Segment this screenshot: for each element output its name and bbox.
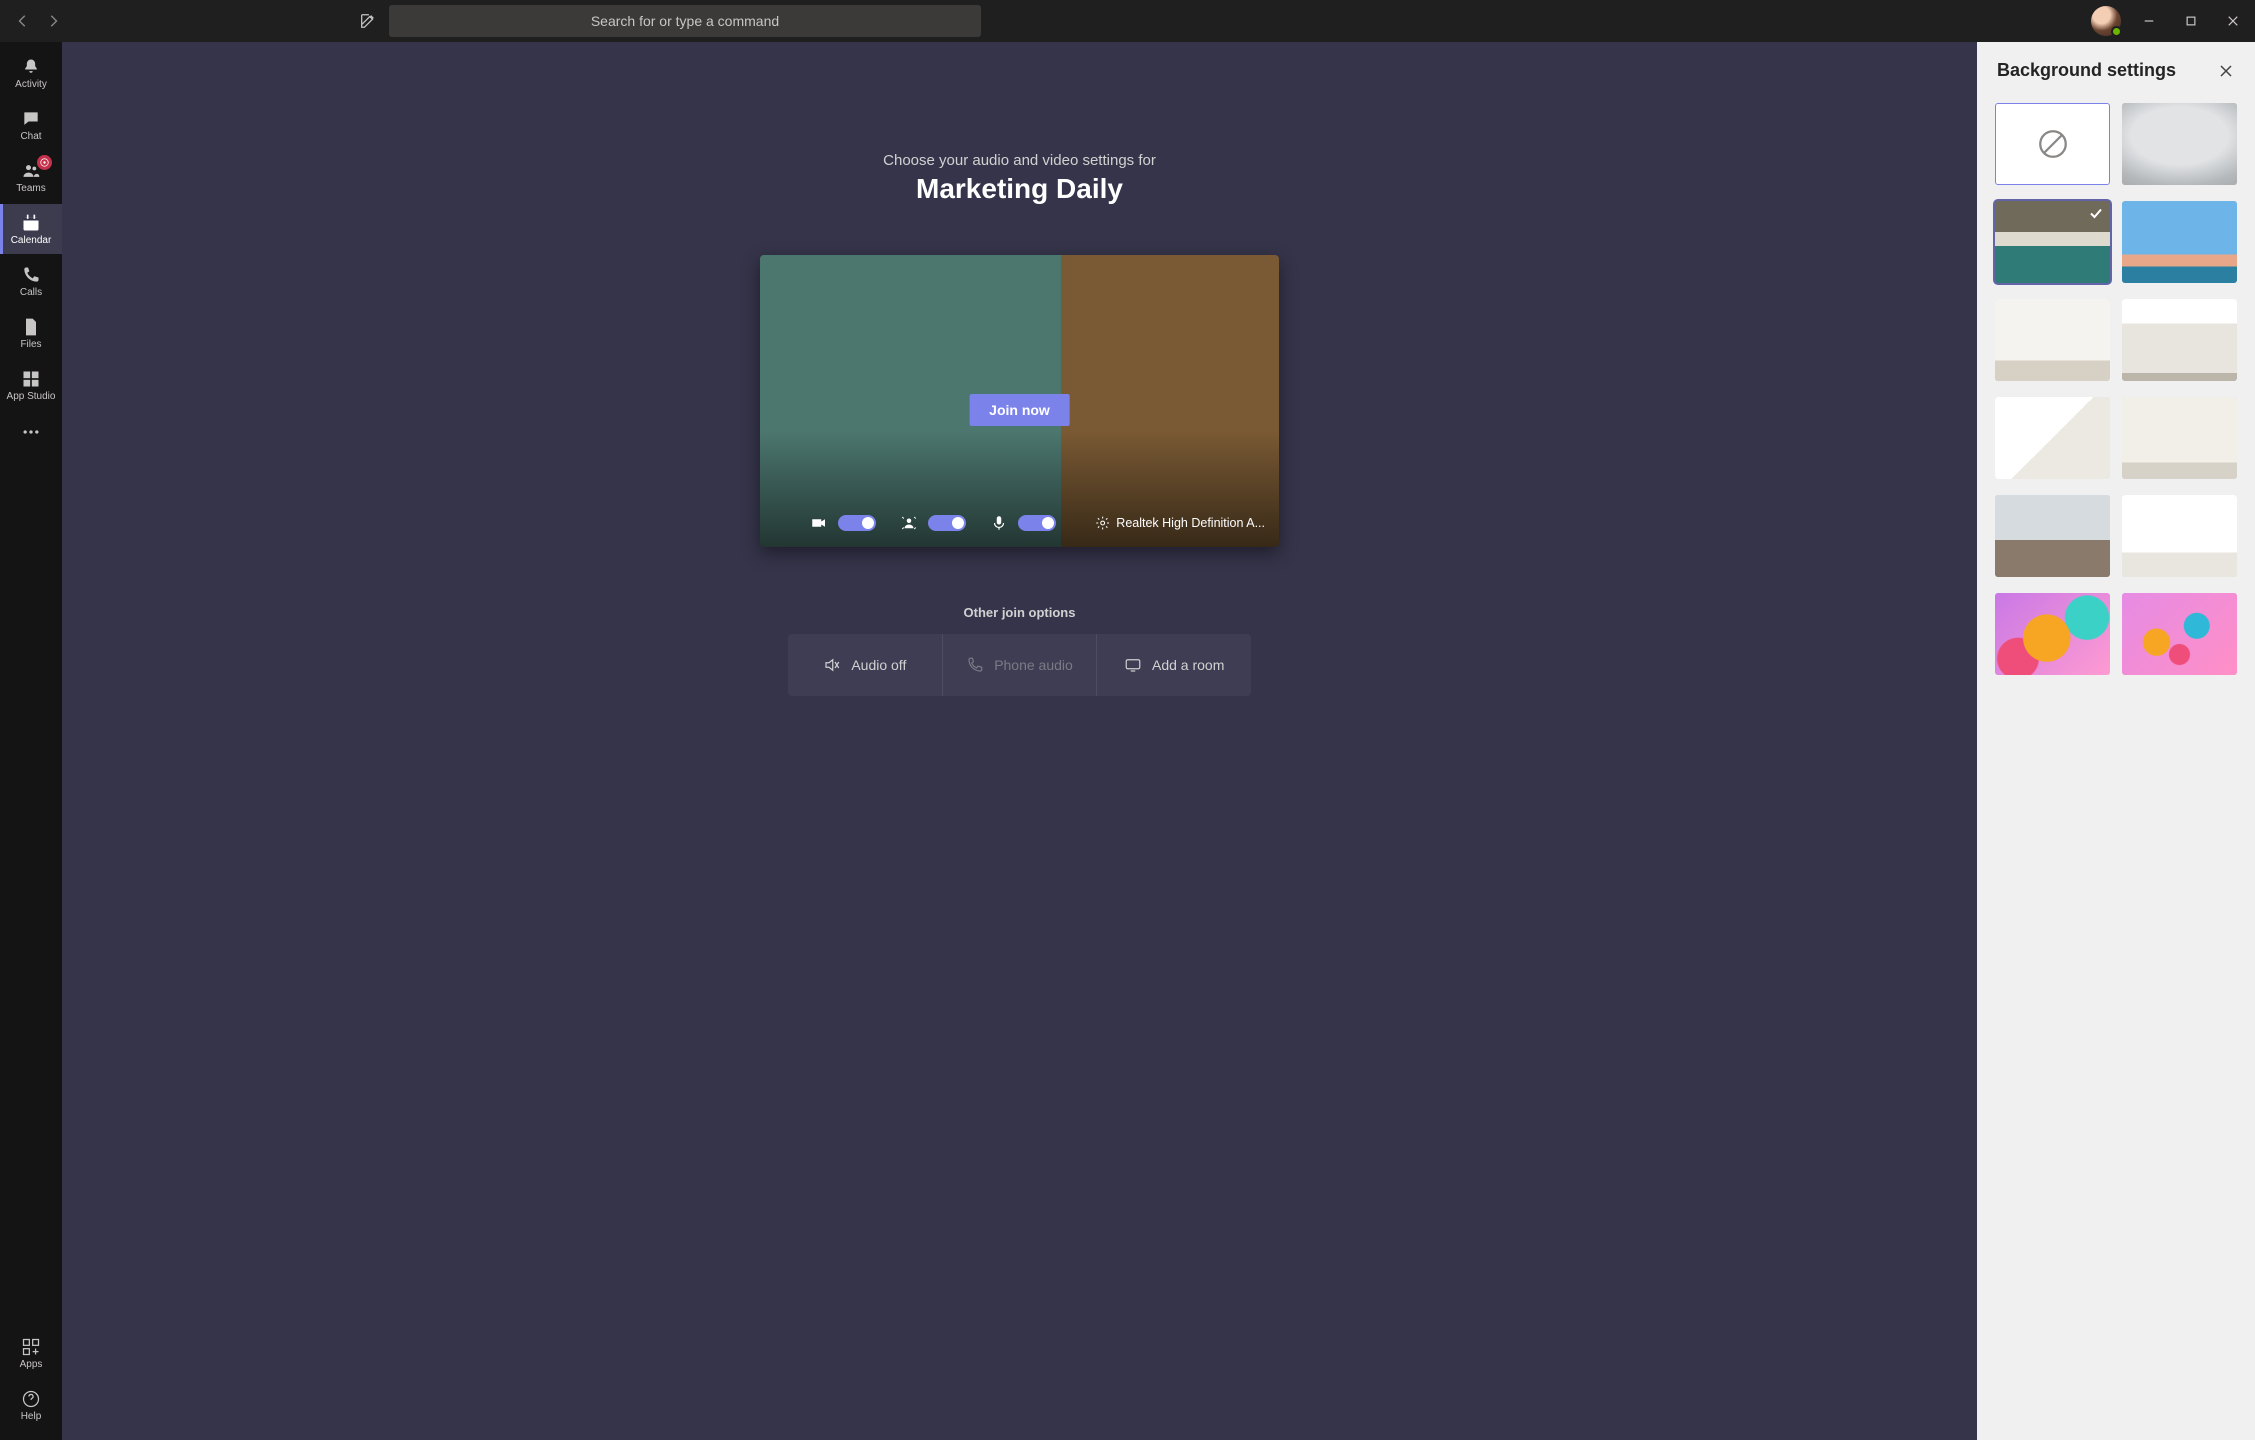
bg-thumb bbox=[1995, 593, 2110, 675]
help-icon bbox=[21, 1389, 41, 1409]
mic-toggle[interactable] bbox=[1018, 515, 1056, 531]
background-settings-panel: Background settings bbox=[1977, 42, 2255, 1440]
rail-more-button[interactable] bbox=[0, 412, 62, 452]
background-effects-toggle[interactable] bbox=[928, 515, 966, 531]
preview-controls: Realtek High Definition A... bbox=[760, 503, 1279, 547]
bg-thumb bbox=[2122, 593, 2237, 675]
rail-label: Calendar bbox=[11, 235, 52, 246]
add-room-button[interactable]: Add a room bbox=[1096, 634, 1251, 696]
window-minimize-button[interactable] bbox=[2135, 7, 2163, 35]
camera-icon bbox=[810, 514, 828, 532]
user-avatar[interactable] bbox=[2091, 6, 2121, 36]
rail-item-calls[interactable]: Calls bbox=[0, 256, 62, 306]
none-icon bbox=[2036, 127, 2070, 161]
bg-tile-room3[interactable] bbox=[1995, 397, 2110, 479]
rail-label: Calls bbox=[20, 287, 42, 298]
prejoin-heading: Choose your audio and video settings for bbox=[883, 152, 1156, 169]
search-input[interactable]: Search for or type a command bbox=[389, 5, 981, 37]
audio-off-button[interactable]: Audio off bbox=[788, 634, 942, 696]
bg-thumb bbox=[2122, 397, 2237, 479]
bg-tile-office[interactable] bbox=[1995, 495, 2110, 577]
background-tile-grid bbox=[1977, 89, 2255, 693]
rail-label: Files bbox=[20, 339, 41, 350]
mic-icon bbox=[990, 514, 1008, 532]
other-options-bar: Audio off Phone audio Add a room bbox=[788, 634, 1251, 696]
rail-label: Help bbox=[21, 1411, 42, 1422]
phone-icon bbox=[21, 265, 41, 285]
video-preview: Join now Realtek High Definition A... bbox=[760, 255, 1279, 547]
bg-tile-room1[interactable] bbox=[1995, 299, 2110, 381]
bg-tile-room5[interactable] bbox=[2122, 495, 2237, 577]
rail-label: Apps bbox=[20, 1359, 43, 1370]
rail-item-appstudio[interactable]: App Studio bbox=[0, 360, 62, 410]
close-panel-button[interactable] bbox=[2217, 62, 2235, 80]
bg-thumb bbox=[2122, 201, 2237, 283]
prejoin-stage: Choose your audio and video settings for… bbox=[62, 42, 1977, 1440]
phone-audio-button: Phone audio bbox=[942, 634, 1097, 696]
window-close-button[interactable] bbox=[2219, 7, 2247, 35]
meeting-title: Marketing Daily bbox=[916, 173, 1123, 205]
rail-item-apps[interactable]: Apps bbox=[0, 1328, 62, 1378]
background-effects-icon bbox=[900, 514, 918, 532]
room-icon bbox=[1124, 656, 1142, 674]
search-placeholder: Search for or type a command bbox=[591, 13, 779, 29]
bg-thumb bbox=[1995, 495, 2110, 577]
bg-tile-lockers[interactable] bbox=[1995, 201, 2110, 283]
app-rail: Activity Chat Teams bbox=[0, 42, 62, 1440]
file-icon bbox=[21, 317, 41, 337]
nav-back-button[interactable] bbox=[14, 12, 32, 30]
audio-off-label: Audio off bbox=[851, 657, 906, 673]
rail-item-calendar[interactable]: Calendar bbox=[0, 204, 62, 254]
phone-audio-label: Phone audio bbox=[994, 657, 1073, 673]
gear-icon bbox=[1095, 515, 1110, 531]
bg-tile-sky[interactable] bbox=[2122, 201, 2237, 283]
apps-icon bbox=[21, 1337, 41, 1357]
check-icon bbox=[2088, 205, 2104, 221]
bg-tile-room2[interactable] bbox=[2122, 299, 2237, 381]
compose-icon[interactable] bbox=[358, 11, 378, 31]
bg-thumb bbox=[1995, 397, 2110, 479]
bg-tile-none[interactable] bbox=[1995, 103, 2110, 185]
rail-item-chat[interactable]: Chat bbox=[0, 100, 62, 150]
speaker-off-icon bbox=[823, 656, 841, 674]
bg-tile-balloons1[interactable] bbox=[1995, 593, 2110, 675]
window-maximize-button[interactable] bbox=[2177, 7, 2205, 35]
device-label: Realtek High Definition A... bbox=[1116, 516, 1265, 530]
rail-label: Teams bbox=[16, 183, 45, 194]
camera-toggle[interactable] bbox=[838, 515, 876, 531]
bg-thumb bbox=[2122, 299, 2237, 381]
add-room-label: Add a room bbox=[1152, 657, 1224, 673]
rail-label: App Studio bbox=[7, 391, 56, 402]
rail-item-activity[interactable]: Activity bbox=[0, 48, 62, 98]
bg-tile-blur[interactable] bbox=[2122, 103, 2237, 185]
background-settings-title: Background settings bbox=[1997, 60, 2176, 81]
calendar-icon bbox=[21, 213, 41, 233]
presence-available-icon bbox=[2111, 26, 2122, 37]
bg-tile-balloons2[interactable] bbox=[2122, 593, 2237, 675]
bg-thumb bbox=[2122, 495, 2237, 577]
device-settings-button[interactable]: Realtek High Definition A... bbox=[1095, 515, 1265, 531]
app-studio-icon bbox=[21, 369, 41, 389]
bg-thumb bbox=[1995, 299, 2110, 381]
rail-item-teams[interactable]: Teams bbox=[0, 152, 62, 202]
other-options-heading: Other join options bbox=[964, 605, 1076, 620]
nav-forward-button[interactable] bbox=[44, 12, 62, 30]
phone-icon bbox=[966, 656, 984, 674]
mention-badge-icon bbox=[37, 155, 52, 170]
rail-item-help[interactable]: Help bbox=[0, 1380, 62, 1430]
titlebar: Search for or type a command bbox=[0, 0, 2255, 42]
rail-item-files[interactable]: Files bbox=[0, 308, 62, 358]
join-now-button[interactable]: Join now bbox=[969, 394, 1070, 426]
chat-icon bbox=[21, 109, 41, 129]
bell-icon bbox=[21, 57, 41, 77]
rail-label: Activity bbox=[15, 79, 47, 90]
rail-label: Chat bbox=[20, 131, 41, 142]
bg-tile-room4[interactable] bbox=[2122, 397, 2237, 479]
